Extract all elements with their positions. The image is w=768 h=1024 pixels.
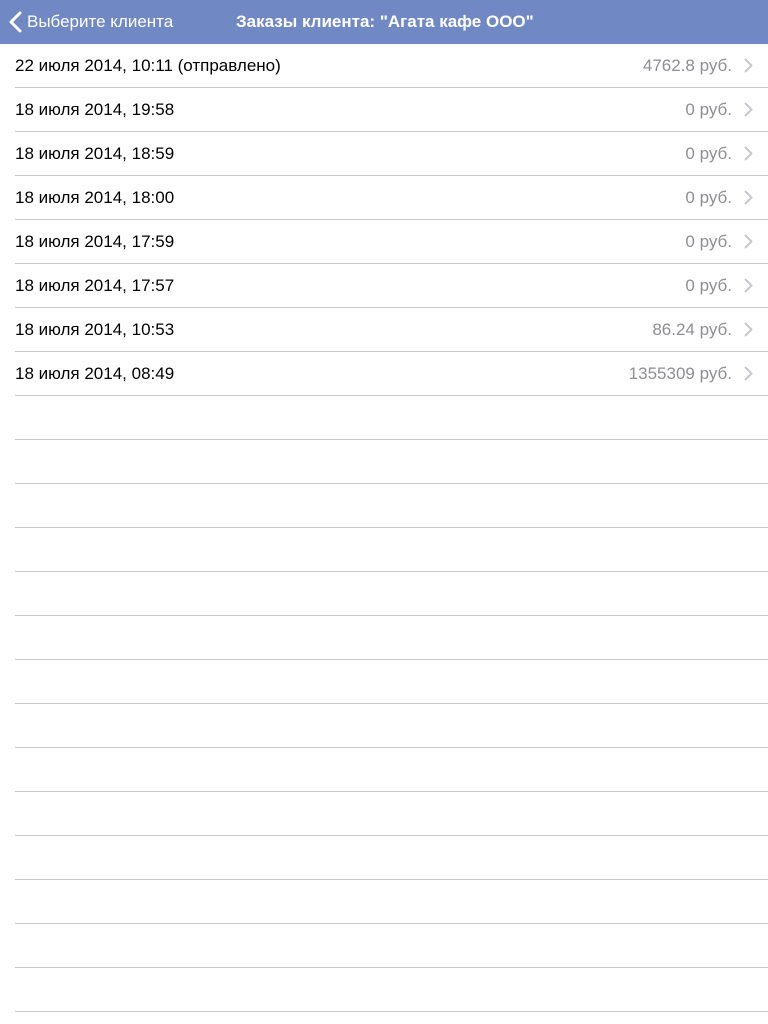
order-row[interactable]: 18 июля 2014, 19:58 0 руб. <box>0 88 768 132</box>
order-date: 18 июля 2014, 17:59 <box>15 232 175 251</box>
empty-row <box>0 748 768 792</box>
chevron-right-icon <box>744 234 753 249</box>
empty-row <box>0 528 768 572</box>
chevron-right-icon <box>744 366 753 381</box>
empty-row <box>0 836 768 880</box>
order-amount: 86.24 руб. <box>652 320 732 339</box>
navigation-bar: Выберите клиента Заказы клиента: "Агата … <box>0 0 768 44</box>
order-amount: 0 руб. <box>685 232 732 251</box>
order-amount: 0 руб. <box>685 144 732 163</box>
order-date: 18 июля 2014, 08:49 <box>15 364 175 383</box>
back-button-label: Выберите клиента <box>27 12 174 31</box>
empty-row <box>0 792 768 836</box>
empty-row <box>0 484 768 528</box>
order-date: 18 июля 2014, 19:58 <box>15 100 175 119</box>
order-date: 18 июля 2014, 17:57 <box>15 276 175 295</box>
order-amount: 0 руб. <box>685 188 732 207</box>
order-date: 18 июля 2014, 10:53 <box>15 320 175 339</box>
order-date: 18 июля 2014, 18:00 <box>15 188 175 207</box>
order-row[interactable]: 18 июля 2014, 18:00 0 руб. <box>0 176 768 220</box>
chevron-right-icon <box>744 58 753 73</box>
order-row[interactable]: 18 июля 2014, 08:49 1355309 руб. <box>0 352 768 396</box>
order-date: 22 июля 2014, 10:11 (отправлено) <box>15 56 281 75</box>
empty-row <box>0 660 768 704</box>
chevron-right-icon <box>744 102 753 117</box>
page-title: Заказы клиента: "Агата кафе ООО" <box>236 12 534 31</box>
empty-row <box>0 880 768 924</box>
order-row[interactable]: 18 июля 2014, 17:59 0 руб. <box>0 220 768 264</box>
orders-list: 22 июля 2014, 10:11 (отправлено) 4762.8 … <box>0 44 768 1024</box>
empty-row <box>0 440 768 484</box>
order-row[interactable]: 18 июля 2014, 18:59 0 руб. <box>0 132 768 176</box>
order-amount: 1355309 руб. <box>628 364 732 383</box>
empty-row <box>0 704 768 748</box>
order-row[interactable]: 18 июля 2014, 10:53 86.24 руб. <box>0 308 768 352</box>
order-amount: 0 руб. <box>685 276 732 295</box>
order-amount: 0 руб. <box>685 100 732 119</box>
empty-row <box>0 572 768 616</box>
chevron-left-icon <box>8 11 24 33</box>
back-button[interactable]: Выберите клиента <box>8 0 173 44</box>
chevron-right-icon <box>744 278 753 293</box>
order-row[interactable]: 18 июля 2014, 17:57 0 руб. <box>0 264 768 308</box>
chevron-right-icon <box>744 322 753 337</box>
empty-row <box>0 616 768 660</box>
order-row[interactable]: 22 июля 2014, 10:11 (отправлено) 4762.8 … <box>0 44 768 88</box>
empty-row <box>0 396 768 440</box>
order-date: 18 июля 2014, 18:59 <box>15 144 175 163</box>
chevron-right-icon <box>744 146 753 161</box>
chevron-right-icon <box>744 190 753 205</box>
empty-row <box>0 924 768 968</box>
order-amount: 4762.8 руб. <box>642 56 732 75</box>
empty-row <box>0 968 768 1012</box>
